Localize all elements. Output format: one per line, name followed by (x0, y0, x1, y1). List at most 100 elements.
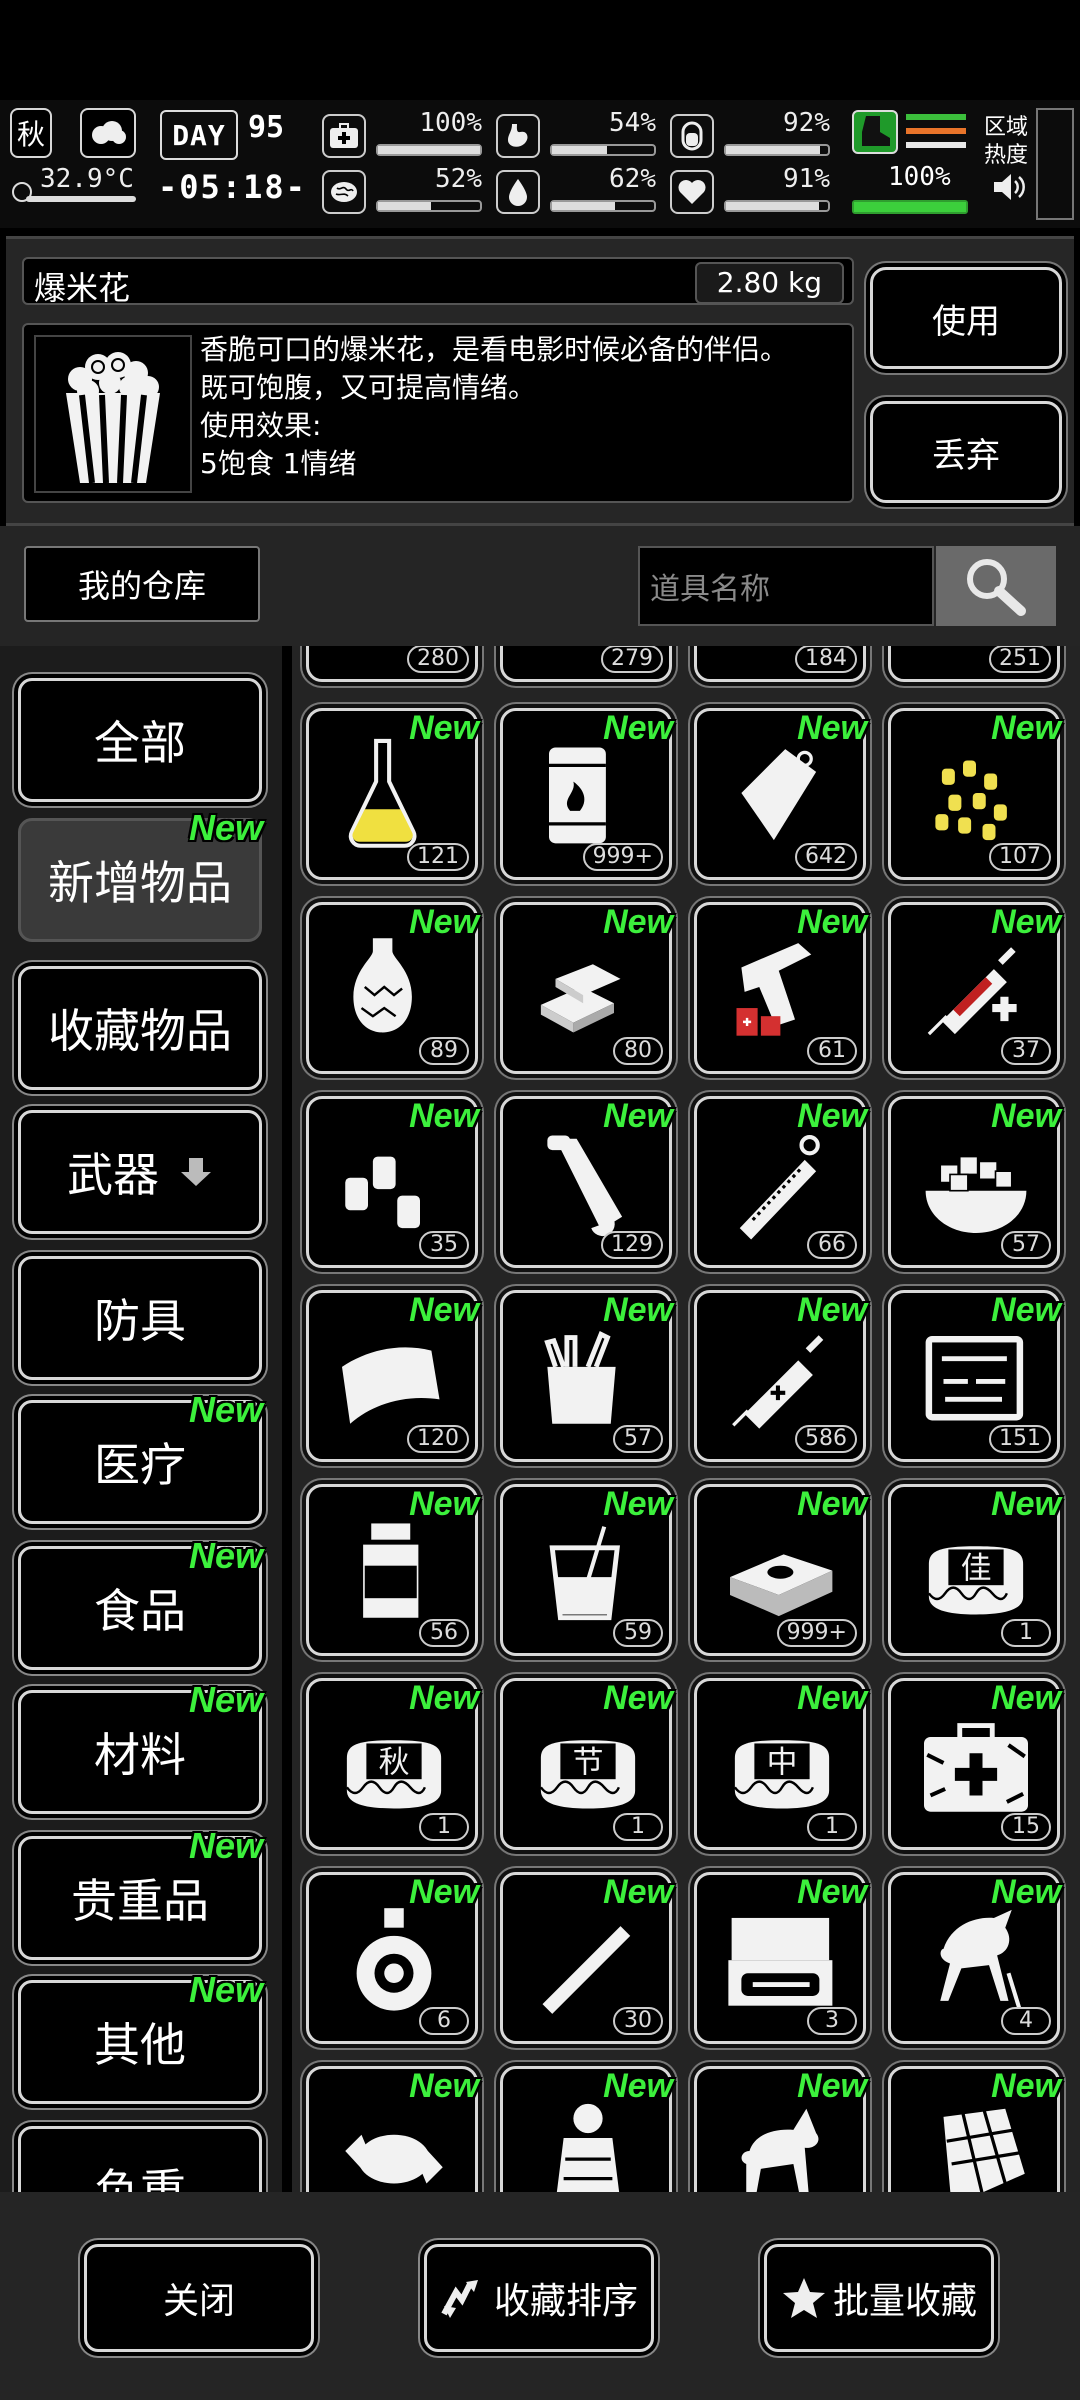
category-8[interactable]: 材料 New (18, 1679, 263, 1814)
health-bar-fill (378, 146, 480, 154)
item-slot[interactable]: New (694, 2066, 867, 2192)
item-count: 120 (407, 1425, 469, 1453)
stat-health: 100% (322, 108, 482, 162)
season-label: 秋 (16, 118, 45, 151)
item-slot[interactable]: 280 (306, 646, 478, 682)
item-count: 6 (419, 2007, 469, 2035)
search-input[interactable]: 道具名称 (638, 546, 934, 626)
item-slot[interactable]: New (888, 2066, 1061, 2192)
item-slot[interactable]: 佳 1 New (888, 1484, 1061, 1656)
batch-favorite-button[interactable]: 批量收藏 (764, 2244, 994, 2352)
favorite-sort-button[interactable]: 收藏排序 (424, 2244, 654, 2352)
item-count: 279 (601, 646, 663, 673)
category-sidebar[interactable]: 全部 新增物品 New 收藏物品武器防具 医疗 New 食品 New 材料 New 贵重品 New 其他… (0, 646, 282, 2192)
item-count: 61 (807, 1037, 857, 1065)
stat-mind: 52% (322, 164, 482, 218)
close-button-label: 关闭 (162, 2281, 235, 2322)
item-count: 121 (407, 843, 469, 871)
search-icon (967, 559, 1026, 616)
item-slot[interactable]: 15 New (888, 1678, 1061, 1850)
warehouse-title-label: 我的仓库 (77, 567, 206, 605)
item-count: 35 (419, 1231, 469, 1259)
item-slot[interactable]: 中 1 New (694, 1678, 867, 1850)
item-slot[interactable]: 999+ New (694, 1484, 867, 1656)
item-slot[interactable]: 66 New (694, 1096, 867, 1268)
item-weight: 2.80 kg (694, 262, 844, 304)
category-11[interactable]: 负重 (18, 2126, 262, 2192)
item-slot[interactable]: 642 New (694, 708, 867, 880)
category-5[interactable]: 防具 (18, 1256, 262, 1380)
item-slot[interactable]: 279 (500, 646, 672, 682)
item-slot[interactable]: 251 (888, 646, 1060, 682)
item-count: 129 (601, 1231, 663, 1259)
item-slot[interactable]: 3 New (694, 1872, 867, 2044)
stamina-bar (852, 200, 968, 214)
item-slot[interactable]: 151 New (888, 1290, 1061, 1462)
item-slot[interactable]: 37 New (888, 902, 1061, 1074)
item-slot[interactable]: 57 New (500, 1290, 673, 1462)
item-slot[interactable]: 80 New (500, 902, 673, 1074)
discard-button-label: 丢弃 (932, 435, 1000, 476)
item-slot[interactable]: 4 New (888, 1872, 1061, 2044)
item-count: 30 (613, 2007, 663, 2035)
mood-bar (724, 200, 830, 212)
item-slot[interactable]: 121 New (306, 708, 479, 880)
category-9[interactable]: 贵重品 New (18, 1825, 263, 1960)
category-7[interactable]: 食品 New (18, 1535, 263, 1670)
item-slot[interactable]: 129 New (500, 1096, 673, 1268)
item-slot[interactable]: 秋 1 New (306, 1678, 479, 1850)
item-name: 爆米花 (34, 269, 131, 307)
item-slot[interactable]: 35 New (306, 1096, 479, 1268)
first-aid-icon (322, 114, 366, 158)
category-label: 负重 (94, 2164, 186, 2192)
stat-mood: 91% (670, 164, 830, 218)
category-10[interactable]: 其他 New (18, 1969, 263, 2104)
favorite-sort-label: 收藏排序 (493, 2281, 638, 2322)
item-slot[interactable]: 184 (694, 646, 866, 682)
item-count: 151 (989, 1425, 1051, 1453)
category-4[interactable]: 武器 (18, 1110, 262, 1234)
item-slot[interactable]: 61 New (694, 902, 867, 1074)
category-3[interactable]: 收藏物品 (18, 966, 262, 1090)
item-slot[interactable]: 89 New (306, 902, 479, 1074)
item-slot[interactable]: 107 New (888, 708, 1061, 880)
item-slot[interactable]: 120 New (306, 1290, 479, 1462)
item-slot[interactable]: 节 1 New (500, 1678, 673, 1850)
category-6[interactable]: 医疗 New (18, 1389, 263, 1524)
mind-bar (376, 200, 482, 212)
new-badge: New (409, 1485, 479, 1523)
item-count: 184 (795, 646, 857, 673)
category-2[interactable]: 新增物品 New (18, 807, 263, 942)
new-badge: New (603, 1097, 673, 1135)
item-grid[interactable]: 280 279 184 251 121 New 999+ New 642 New 107 New 89 N… (292, 646, 1080, 2192)
thirst-bar (550, 200, 656, 212)
item-name-bar: 爆米花 2.80 kg (22, 257, 854, 307)
svg-text:秋: 秋 (379, 1745, 410, 1781)
svg-text:中: 中 (767, 1745, 798, 1781)
new-badge: New (797, 709, 867, 747)
item-slot[interactable]: 59 New (500, 1484, 673, 1656)
item-slot[interactable]: 57 New (888, 1096, 1061, 1268)
temperature-bar (26, 196, 136, 202)
item-slot[interactable]: 30 New (500, 1872, 673, 2044)
item-slot[interactable]: 56 New (306, 1484, 479, 1656)
day-label: DAY (160, 110, 238, 160)
item-count: 999+ (776, 1619, 857, 1647)
item-slot[interactable]: 999+ New (500, 708, 673, 880)
use-button[interactable]: 使用 (870, 267, 1062, 369)
popcorn-icon (34, 335, 192, 493)
item-slot[interactable]: 6 New (306, 1872, 479, 2044)
warehouse-title: 我的仓库 (24, 546, 260, 622)
mind-bar-fill (378, 202, 432, 210)
search-button[interactable] (936, 546, 1056, 626)
stamina-stripe-1 (906, 114, 966, 120)
item-slot[interactable]: New (306, 2066, 479, 2192)
heat-label: 区域 热度 (984, 115, 1029, 168)
item-slot[interactable]: New (500, 2066, 673, 2192)
discard-button[interactable]: 丢弃 (870, 401, 1062, 503)
speaker-icon[interactable] (992, 172, 1026, 206)
item-slot[interactable]: 586 New (694, 1290, 867, 1462)
close-button[interactable]: 关闭 (84, 2244, 314, 2352)
item-count: 1 (1001, 1619, 1051, 1647)
category-1[interactable]: 全部 (18, 678, 262, 802)
